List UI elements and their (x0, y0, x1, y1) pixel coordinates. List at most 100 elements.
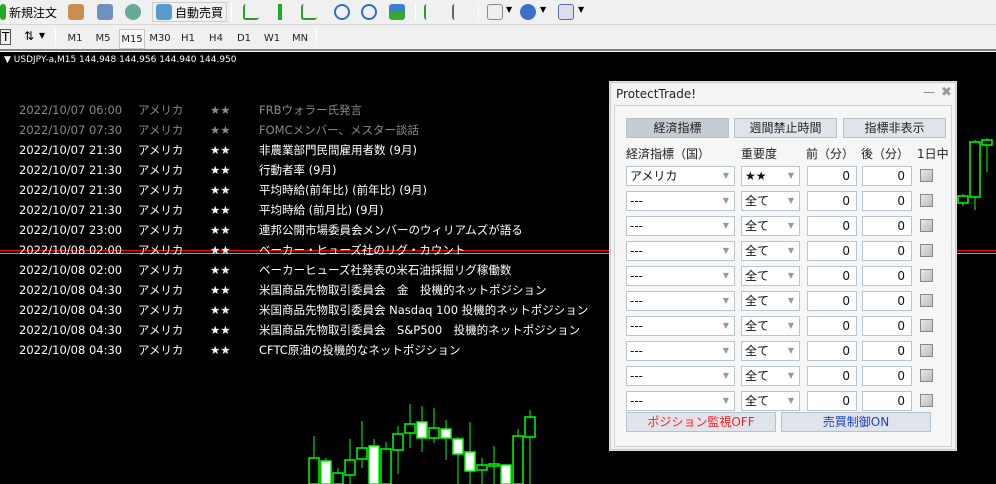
event-country: アメリカ (138, 323, 184, 337)
country-select[interactable]: --- ▼ (626, 316, 735, 336)
tab-economic-indicators[interactable]: 経済指標 (626, 118, 729, 138)
event-title: ベーカー・ヒューズ社のリグ・カウント (259, 243, 466, 257)
after-minutes-input[interactable]: 0 (862, 366, 912, 386)
importance-select[interactable]: 全て ▼ (741, 391, 800, 411)
all-day-checkbox[interactable] (920, 369, 933, 382)
before-minutes-input[interactable]: 0 (807, 166, 857, 186)
dropdown-arrow-icon: ▼ (787, 246, 794, 255)
country-select[interactable]: --- ▼ (626, 191, 735, 211)
before-minutes-input[interactable]: 0 (807, 266, 857, 286)
event-stars: ★★ (210, 143, 231, 157)
country-select[interactable]: --- ▼ (626, 291, 735, 311)
importance-value: 全て (745, 269, 770, 283)
event-stars: ★★ (210, 283, 231, 297)
country-select[interactable]: --- ▼ (626, 266, 735, 286)
importance-select[interactable]: 全て ▼ (741, 291, 800, 311)
header-country: 経済指標（国） (626, 147, 711, 161)
all-day-checkbox[interactable] (920, 294, 933, 307)
before-minutes-input[interactable]: 0 (807, 191, 857, 211)
tab-weekly-blocked-time[interactable]: 週間禁止時間 (734, 118, 837, 138)
country-value: アメリカ (630, 169, 678, 183)
all-day-checkbox[interactable] (920, 269, 933, 282)
country-select[interactable]: --- ▼ (626, 391, 735, 411)
all-day-checkbox[interactable] (920, 219, 933, 232)
all-day-checkbox[interactable] (920, 394, 933, 407)
event-country: アメリカ (138, 343, 184, 357)
filter-row: --- ▼ 全て ▼ 0 0 (615, 216, 953, 236)
candle (416, 406, 428, 452)
trade-control-button[interactable]: 売買制御ON (781, 412, 931, 432)
importance-select[interactable]: 全て ▼ (741, 241, 800, 261)
importance-select[interactable]: 全て ▼ (741, 191, 800, 211)
all-day-checkbox[interactable] (920, 194, 933, 207)
dropdown-arrow-icon: ▼ (722, 321, 729, 330)
after-minutes-input[interactable]: 0 (862, 241, 912, 261)
after-minutes-input[interactable]: 0 (862, 341, 912, 361)
importance-value: 全て (745, 244, 770, 258)
event-title: CFTC原油の投機的なネットポジション (259, 343, 461, 357)
before-minutes-input[interactable]: 0 (807, 391, 857, 411)
importance-select[interactable]: 全て ▼ (741, 366, 800, 386)
event-stars: ★★ (210, 263, 231, 277)
position-monitor-button[interactable]: ポジション監視OFF (626, 412, 776, 432)
event-country: アメリカ (138, 223, 184, 237)
country-select[interactable]: アメリカ ▼ (626, 166, 735, 186)
country-select[interactable]: --- ▼ (626, 341, 735, 361)
before-minutes-input[interactable]: 0 (807, 341, 857, 361)
candle-body (308, 457, 320, 484)
importance-select[interactable]: 全て ▼ (741, 316, 800, 336)
event-title: 連邦公開市場委員会メンバーのウィリアムズが語る (259, 223, 523, 237)
candle (404, 404, 416, 448)
candle (320, 458, 332, 484)
after-minutes-input[interactable]: 0 (862, 316, 912, 336)
candle (440, 420, 452, 460)
dropdown-arrow-icon: ▼ (787, 396, 794, 405)
dropdown-arrow-icon: ▼ (787, 171, 794, 180)
header-all-day: 1日中 (917, 147, 949, 161)
before-minutes-input[interactable]: 0 (807, 216, 857, 236)
before-minutes-input[interactable]: 0 (807, 316, 857, 336)
after-minutes-input[interactable]: 0 (862, 291, 912, 311)
all-day-checkbox[interactable] (920, 344, 933, 357)
importance-select[interactable]: 全て ▼ (741, 266, 800, 286)
all-day-checkbox[interactable] (920, 244, 933, 257)
minimize-button[interactable]: — (923, 85, 935, 99)
dialog-title: ProtectTrade! (616, 87, 697, 101)
event-time: 2022/10/08 02:00 (19, 263, 123, 277)
event-title: ベーカーヒューズ社発表の米石油採掘リグ稼働数 (259, 263, 512, 277)
dropdown-arrow-icon: ▼ (722, 296, 729, 305)
dropdown-arrow-icon: ▼ (787, 296, 794, 305)
before-minutes-input[interactable]: 0 (807, 291, 857, 311)
country-select[interactable]: --- ▼ (626, 241, 735, 261)
dropdown-arrow-icon: ▼ (722, 171, 729, 180)
all-day-checkbox[interactable] (920, 319, 933, 332)
dropdown-arrow-icon: ▼ (787, 196, 794, 205)
event-title: 米国商品先物取引委員会 Nasdaq 100 投機的ネットポジション (259, 303, 589, 317)
candle-body (380, 448, 392, 484)
candle-body (416, 421, 428, 439)
importance-select[interactable]: 全て ▼ (741, 341, 800, 361)
filter-row: --- ▼ 全て ▼ 0 0 (615, 341, 953, 361)
after-minutes-input[interactable]: 0 (862, 216, 912, 236)
dropdown-arrow-icon: ▼ (787, 371, 794, 380)
after-minutes-input[interactable]: 0 (862, 166, 912, 186)
before-minutes-input[interactable]: 0 (807, 366, 857, 386)
event-title: 平均時給 (前月比) (9月) (259, 203, 384, 217)
importance-select[interactable]: 全て ▼ (741, 216, 800, 236)
candle (464, 422, 476, 484)
candle-body (524, 416, 536, 438)
tab-hide-indicators[interactable]: 指標非表示 (843, 118, 946, 138)
country-select[interactable]: --- ▼ (626, 216, 735, 236)
after-minutes-input[interactable]: 0 (862, 191, 912, 211)
country-select[interactable]: --- ▼ (626, 366, 735, 386)
close-button[interactable]: ✖ (941, 85, 952, 100)
candle-body (392, 433, 404, 451)
filter-row: アメリカ ▼ ★★ ▼ 0 0 (615, 166, 953, 186)
before-minutes-input[interactable]: 0 (807, 241, 857, 261)
after-minutes-input[interactable]: 0 (862, 266, 912, 286)
event-stars: ★★ (210, 163, 231, 177)
importance-select[interactable]: ★★ ▼ (741, 166, 800, 186)
dropdown-arrow-icon: ▼ (722, 221, 729, 230)
after-minutes-input[interactable]: 0 (862, 391, 912, 411)
all-day-checkbox[interactable] (920, 169, 933, 182)
